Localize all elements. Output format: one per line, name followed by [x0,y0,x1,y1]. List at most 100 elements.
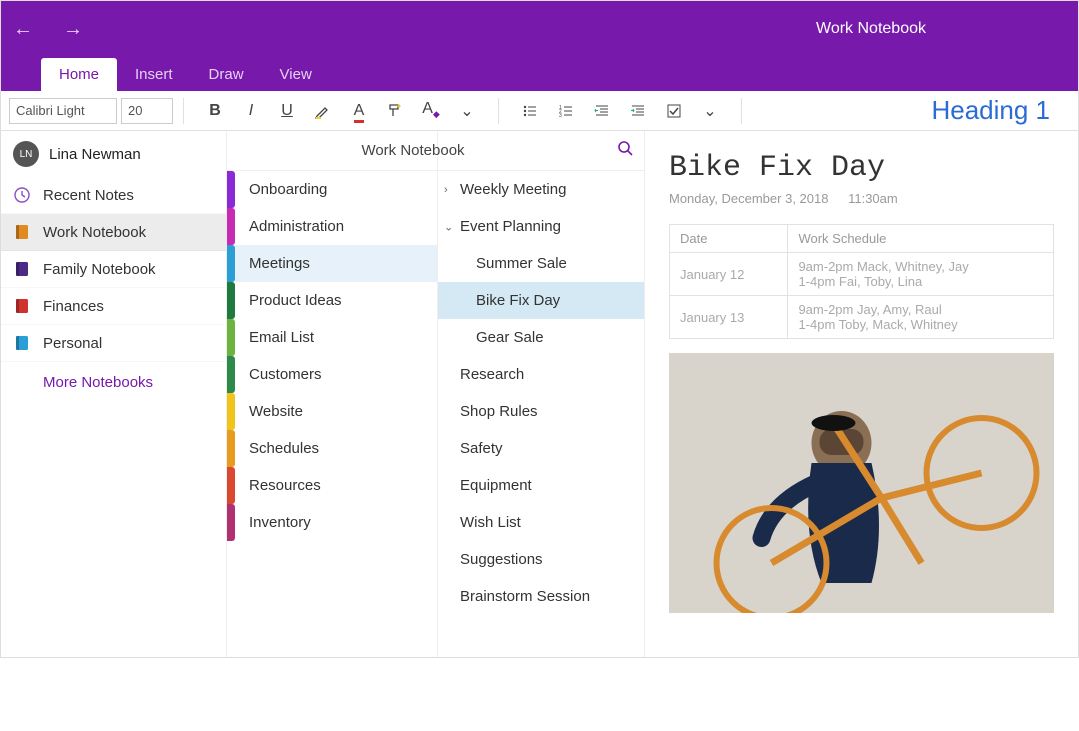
nav-arrows: ← → [13,18,83,41]
section-color-tab [227,208,235,245]
underline-button[interactable]: U [270,96,304,126]
search-icon[interactable] [617,140,633,161]
table-row[interactable]: January 139am-2pm Jay, Amy, Raul1-4pm To… [670,296,1054,339]
font-size-input[interactable] [121,98,173,124]
section-item[interactable]: Inventory [227,504,437,541]
table-row[interactable]: January 129am-2pm Mack, Whitney, Jay1-4p… [670,253,1054,296]
notebook-item[interactable]: Family Notebook [1,251,226,288]
clock-icon [13,186,31,204]
table-cell: January 12 [670,253,788,296]
section-item[interactable]: Administration [227,208,437,245]
todo-tag-button[interactable] [657,96,691,126]
page-item[interactable]: ⌄Event Planning [438,208,644,245]
italic-button[interactable]: I [234,96,268,126]
tab-insert[interactable]: Insert [117,58,191,91]
page-item[interactable]: Gear Sale [438,319,644,356]
section-color-tab [227,282,235,319]
pages-column: › Weekly Meeting ⌄Event Planning Summer Sal… [437,131,645,657]
more-notebooks-link[interactable]: More Notebooks [1,362,226,403]
schedule-table[interactable]: Date Work Schedule January 129am-2pm Mac… [669,224,1054,339]
titlebar: ← → Work Notebook [1,1,1078,57]
page-item[interactable]: Safety [438,430,644,467]
numbered-list-button[interactable]: 123 [549,96,583,126]
section-item[interactable]: Resources [227,467,437,504]
svg-text:3: 3 [559,113,562,119]
notebook-icon [13,260,31,278]
bold-button[interactable]: B [198,96,232,126]
section-color-tab [227,356,235,393]
format-painter-button[interactable] [378,96,412,126]
page-item[interactable]: Brainstorm Session [438,578,644,615]
clear-format-button[interactable]: A◆ [414,96,448,126]
sections-title: Work Notebook [239,142,587,159]
section-label: Resources [249,477,321,494]
section-item[interactable]: Product Ideas [227,282,437,319]
content-image [669,353,1054,613]
recent-label: Recent Notes [43,187,134,204]
notebook-icon [13,223,31,241]
notebook-label: Family Notebook [43,261,156,278]
notebook-item[interactable]: Work Notebook [1,214,226,251]
table-cell: January 13 [670,296,788,339]
more-format-dropdown[interactable]: ⌄ [450,96,484,126]
notebook-item[interactable]: Finances [1,288,226,325]
tab-view[interactable]: View [262,58,330,91]
content-pane[interactable]: Bike Fix Day Monday, December 3, 2018 11… [645,131,1078,657]
notebook-label: Finances [43,298,104,315]
section-item[interactable]: Customers [227,356,437,393]
section-label: Email List [249,329,314,346]
sections-column: Work Notebook OnboardingAdministrationMe… [227,131,437,657]
section-item[interactable]: Meetings [227,245,437,282]
page-label: Summer Sale [476,255,567,272]
page-title[interactable]: Bike Fix Day [669,151,1054,185]
section-label: Administration [249,218,344,235]
page-label: Weekly Meeting [460,181,566,198]
page-meta: Monday, December 3, 2018 11:30am [669,191,1054,206]
decrease-indent-button[interactable] [585,96,619,126]
page-label: Research [460,366,524,383]
section-label: Website [249,403,303,420]
section-color-tab [227,467,235,504]
recent-notes[interactable]: Recent Notes [1,177,226,214]
back-arrow-icon[interactable]: ← [13,18,33,41]
chevron-down-icon: ⌄ [703,101,716,121]
highlight-button[interactable] [306,96,340,126]
section-item[interactable]: Schedules [227,430,437,467]
more-paragraph-dropdown[interactable]: ⌄ [693,96,727,126]
chevron-down-icon: ⌄ [460,101,473,121]
page-item[interactable]: Research [438,356,644,393]
toolbar: B I U A A◆ ⌄ 123 [1,91,1078,131]
section-color-tab [227,245,235,282]
section-item[interactable]: Onboarding [227,171,437,208]
font-family-input[interactable] [9,98,117,124]
tab-draw[interactable]: Draw [191,58,262,91]
notebook-label: Personal [43,335,102,352]
notebook-label: Work Notebook [43,224,146,241]
page-item[interactable]: Bike Fix Day [438,282,644,319]
page-item[interactable]: Summer Sale [438,245,644,282]
chevron-down-icon: ⌄ [444,220,453,233]
font-color-button[interactable]: A [342,96,376,126]
page-item[interactable]: › Weekly Meeting [438,171,644,208]
ribbon-tabs: Home Insert Draw View [1,57,1078,91]
user-row[interactable]: LN Lina Newman [1,131,226,177]
page-item[interactable]: Wish List [438,504,644,541]
forward-arrow-icon[interactable]: → [63,18,83,41]
notebook-item[interactable]: Personal [1,325,226,362]
paragraph-group: 123 ⌄ [509,96,731,126]
section-label: Inventory [249,514,311,531]
section-item[interactable]: Website [227,393,437,430]
page-label: Shop Rules [460,403,538,420]
page-item[interactable]: Suggestions [438,541,644,578]
format-group: B I U A A◆ ⌄ [194,96,488,126]
page-item[interactable]: Shop Rules [438,393,644,430]
section-item[interactable]: Email List [227,319,437,356]
chevron-right-icon: › [444,184,448,196]
page-label: Wish List [460,514,521,531]
page-item[interactable]: Equipment [438,467,644,504]
app-window: ← → Work Notebook Home Insert Draw View … [0,0,1079,658]
increase-indent-button[interactable] [621,96,655,126]
bullet-list-button[interactable] [513,96,547,126]
styles-gallery[interactable]: Heading 1 [911,95,1070,126]
tab-home[interactable]: Home [41,58,117,91]
